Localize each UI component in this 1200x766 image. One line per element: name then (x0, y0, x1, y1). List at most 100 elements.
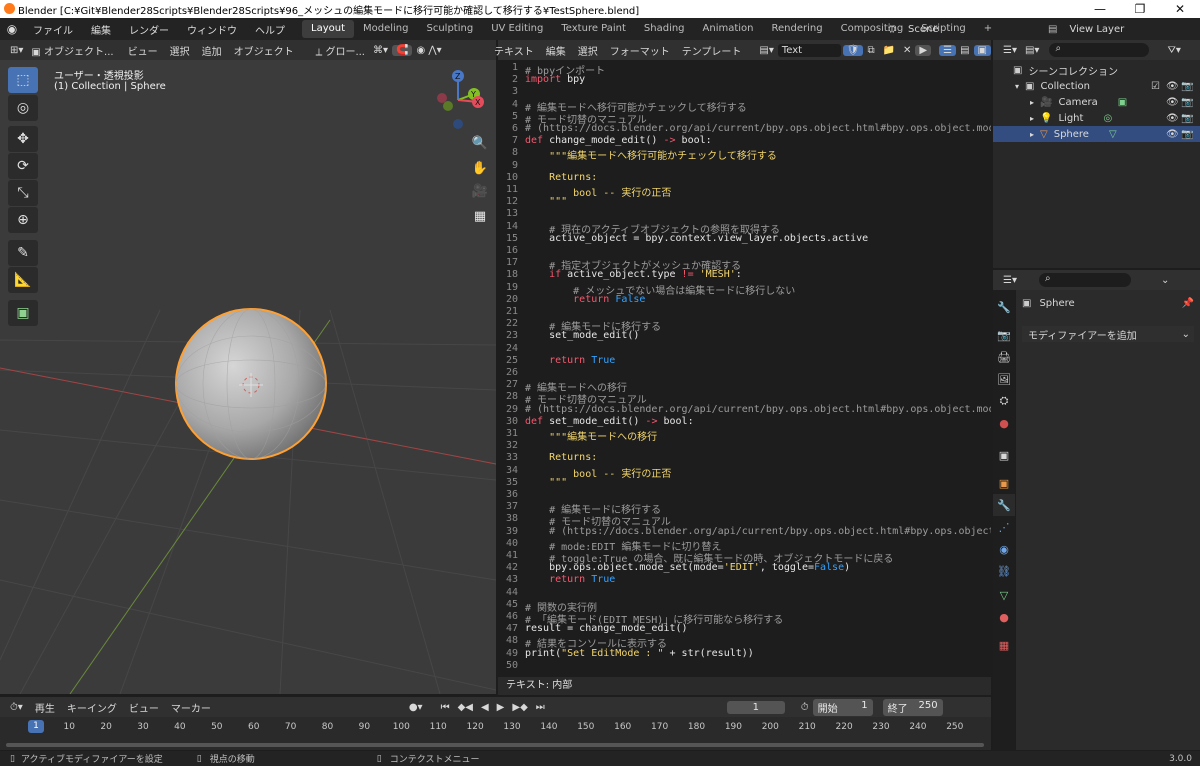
display-mode-icon[interactable]: ▤▾ (1021, 45, 1043, 56)
camera-render-icon[interactable]: 📷 (1181, 113, 1193, 124)
outliner[interactable]: ▣ シーンコレクション ▾ ▣ Collection ☑ 👁 📷 ▸ 🎥 Cam… (993, 60, 1200, 268)
prev-keyframe-icon[interactable]: ◆◀ (454, 702, 477, 713)
start-frame-field[interactable]: 開始 1 (812, 698, 873, 716)
properties-search-input[interactable]: ⌕ (1038, 273, 1131, 287)
tab-texture-paint[interactable]: Texture Paint (552, 20, 635, 38)
scene-selector[interactable]: ⛭ Scene (888, 20, 988, 38)
restore-button[interactable]: ❐ (1120, 0, 1160, 18)
unlink-text-icon[interactable]: ✕ (899, 45, 915, 56)
outliner-row-collection[interactable]: ▾ ▣ Collection ☑ 👁 📷 (993, 78, 1200, 94)
current-frame-field[interactable]: 1 (726, 700, 785, 714)
menu-window[interactable]: ウィンドウ (178, 22, 246, 37)
visibility-eye-icon[interactable]: 👁 (1166, 129, 1179, 140)
text-editor[interactable]: 1 # bpyインポート 2 import bpy 3 4 # 編集モードへ移行可能かチェッ… (498, 60, 991, 676)
snap-icon[interactable]: 🧲 (392, 44, 413, 56)
word-wrap-icon[interactable]: ▤ (956, 45, 973, 56)
modifier-tab-icon[interactable]: 🔧 (993, 494, 1015, 516)
navigation-gizmo[interactable]: Z Y X (426, 66, 492, 136)
outliner-row-light[interactable]: ▸ 💡 Light ◎ 👁 📷 (993, 110, 1200, 126)
transform-orientation[interactable]: ⟂ グロー... (312, 43, 369, 58)
editor-type-icon[interactable]: ⊞▾ (6, 45, 27, 56)
zoom-icon[interactable]: 🔍 (469, 132, 491, 154)
minimize-button[interactable]: — (1080, 0, 1120, 18)
cursor-tool[interactable]: ◎ (8, 95, 38, 121)
camera-view-icon[interactable]: 🎥 (469, 180, 491, 202)
expand-arrow-icon[interactable]: ▸ (1030, 130, 1034, 139)
proportional-icon[interactable]: ◉ ⋀▾ (412, 45, 445, 56)
menu-timeline-view[interactable]: ビュー (125, 700, 163, 715)
tab-rendering[interactable]: Rendering (763, 20, 832, 38)
scene-collection-row[interactable]: ▣ シーンコレクション (993, 62, 1200, 78)
menu-add[interactable]: 追加 (198, 43, 226, 58)
object-tab-icon[interactable]: ▣ (993, 472, 1015, 494)
end-frame-field[interactable]: 終了 250 (882, 698, 943, 716)
menu-text-select[interactable]: 選択 (574, 43, 602, 58)
transform-tool[interactable]: ⊕ (8, 207, 38, 233)
play-icon[interactable]: ▶ (493, 702, 509, 713)
scene-tab-icon[interactable]: ⛭ (993, 390, 1015, 412)
add-modifier-dropdown[interactable]: モディファイアーを追加 ⌄ (1022, 326, 1194, 342)
texture-tab-icon[interactable]: ▦ (993, 634, 1015, 656)
output-tab-icon[interactable]: 🖨 (993, 346, 1015, 368)
timeline-scrollbar[interactable] (6, 743, 984, 747)
timeline[interactable]: 10 20 30 40 50 60 70 80 90 100 110 120 130 140 150 160 1… (0, 717, 991, 750)
syntax-highlight-icon[interactable]: ▣ (973, 44, 991, 56)
blender-menu-icon[interactable]: ◉ (0, 22, 24, 36)
menu-object[interactable]: オブジェクト (230, 43, 298, 58)
expand-arrow-icon[interactable]: ▾ (1015, 82, 1019, 91)
outliner-editor-type-icon[interactable]: ☰▾ (999, 45, 1021, 56)
menu-file[interactable]: ファイル (24, 22, 82, 37)
tab-animation[interactable]: Animation (694, 20, 763, 38)
menu-text-edit[interactable]: 編集 (542, 43, 570, 58)
text-datablock-name[interactable]: Text (777, 43, 841, 57)
menu-view[interactable]: ビュー (124, 43, 162, 58)
material-tab-icon[interactable]: ● (993, 606, 1015, 628)
menu-format[interactable]: フォーマット (606, 43, 674, 58)
auto-keying-icon[interactable]: ●▾ (405, 702, 427, 713)
add-cube-tool[interactable]: ▣ (8, 300, 38, 326)
properties-editor-type-icon[interactable]: ☰▾ (999, 275, 1021, 286)
text-datablock-icon[interactable]: ▤▾ (755, 45, 777, 56)
menu-render[interactable]: レンダー (120, 22, 178, 37)
jump-end-icon[interactable]: ⏭ (532, 702, 549, 713)
visibility-eye-icon[interactable]: 👁 (1166, 81, 1179, 92)
camera-render-icon[interactable]: 📷 (1181, 81, 1193, 92)
view-layer-tab-icon[interactable]: 🖼 (993, 368, 1015, 390)
close-button[interactable]: ✕ (1160, 0, 1200, 18)
rotate-tool[interactable]: ⟳ (8, 153, 38, 179)
outliner-row-sphere[interactable]: ▸ ▽ Sphere ▽ 👁 📷 (993, 126, 1200, 142)
menu-marker[interactable]: マーカー (167, 700, 215, 715)
constraints-tab-icon[interactable]: ⛓ (993, 560, 1015, 582)
menu-templates[interactable]: テンプレート (678, 43, 746, 58)
3d-viewport[interactable]: ユーザー・透視投影 (1) Collection | Sphere ⬚ ◎ ✥ … (0, 60, 496, 694)
collection-tab-icon[interactable]: ▣ (993, 444, 1015, 466)
duplicate-text-icon[interactable]: ⧉ (863, 45, 878, 56)
open-text-icon[interactable]: 📁 (879, 45, 899, 56)
jump-start-icon[interactable]: ⏮ (437, 702, 454, 713)
tab-shading[interactable]: Shading (635, 20, 694, 38)
perspective-grid-icon[interactable]: ▦ (469, 205, 491, 227)
visibility-eye-icon[interactable]: 👁 (1166, 113, 1179, 124)
expand-arrow-icon[interactable]: ▸ (1030, 98, 1034, 107)
stopwatch-icon[interactable]: ⏱ (797, 702, 813, 713)
mode-selector[interactable]: ▣ オブジェクト... (27, 43, 117, 58)
measure-tool[interactable]: 📐 (8, 267, 38, 293)
render-tab-icon[interactable]: 📷 (993, 324, 1015, 346)
scale-tool[interactable]: ⤡ (8, 180, 38, 206)
tab-layout[interactable]: Layout (302, 20, 354, 38)
outliner-row-camera[interactable]: ▸ 🎥 Camera ▣ 👁 📷 (993, 94, 1200, 110)
menu-edit[interactable]: 編集 (82, 22, 120, 37)
menu-help[interactable]: ヘルプ (246, 22, 294, 37)
tool-tab-icon[interactable]: 🔧 (993, 296, 1015, 318)
current-frame-indicator[interactable]: 1 (28, 720, 44, 733)
run-script-icon[interactable]: ▶ (915, 44, 932, 56)
pivot-icon[interactable]: ⌘▾ (369, 45, 392, 56)
visibility-eye-icon[interactable]: 👁 (1166, 97, 1179, 108)
timeline-editor-type-icon[interactable]: ⏱▾ (6, 702, 27, 713)
particles-tab-icon[interactable]: ⋰ (993, 516, 1015, 538)
pin-icon[interactable]: 📌 (1182, 298, 1194, 309)
view-layer-selector[interactable]: ▤ View Layer (1048, 20, 1198, 38)
move-tool[interactable]: ✥ (8, 126, 38, 152)
select-box-tool[interactable]: ⬚ (8, 67, 38, 93)
checkbox-icon[interactable]: ☑ (1151, 81, 1160, 92)
